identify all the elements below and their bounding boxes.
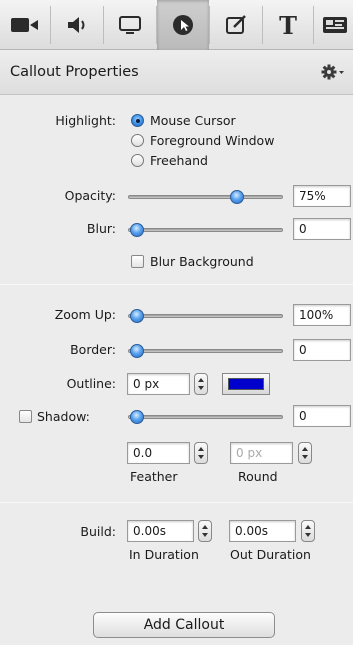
callout-properties-panel: Highlight: Mouse Cursor Foreground Windo… <box>0 96 353 645</box>
border-slider[interactable] <box>128 349 283 353</box>
screen-icon[interactable] <box>104 0 156 50</box>
panel-title: Callout Properties <box>10 64 139 80</box>
radio-icon <box>131 154 144 167</box>
highlight-option-label: Freehand <box>150 153 208 168</box>
opacity-slider-knob[interactable] <box>230 190 244 204</box>
annotation-icon[interactable] <box>210 0 262 50</box>
round-label: Round <box>238 469 278 484</box>
highlight-option-label: Foreground Window <box>150 133 275 148</box>
border-field[interactable]: 0 <box>293 339 351 361</box>
audio-speaker-icon[interactable] <box>51 0 103 50</box>
shadow-label: Shadow: <box>37 409 90 424</box>
panel-header: Callout Properties <box>0 51 353 95</box>
opacity-field[interactable]: 75% <box>293 185 351 207</box>
outline-color-fill <box>228 378 264 390</box>
text-icon[interactable]: T <box>263 0 313 50</box>
build-in-duration-stepper[interactable] <box>198 520 212 542</box>
highlight-option-foreground-window[interactable]: Foreground Window <box>131 133 274 148</box>
blur-slider[interactable] <box>128 228 283 232</box>
opacity-slider[interactable] <box>128 195 283 199</box>
blur-field[interactable]: 0 <box>293 218 351 240</box>
feather-stepper[interactable] <box>194 442 208 464</box>
add-callout-button[interactable]: Add Callout <box>93 612 275 638</box>
callout-cursor-icon[interactable] <box>157 0 209 50</box>
round-field[interactable]: 0 px <box>230 442 293 464</box>
blur-background-checkbox[interactable]: Blur Background <box>131 254 254 269</box>
gear-icon[interactable] <box>321 63 345 84</box>
highlight-label: Highlight: <box>55 113 116 128</box>
highlight-option-label: Mouse Cursor <box>150 113 236 128</box>
build-label: Build: <box>80 524 116 539</box>
radio-icon <box>131 134 144 147</box>
feather-label: Feather <box>130 469 178 484</box>
blur-label: Blur: <box>86 221 116 236</box>
shadow-field[interactable]: 0 <box>293 405 351 427</box>
out-duration-label: Out Duration <box>230 547 311 562</box>
outline-width-field[interactable]: 0 px <box>127 373 190 395</box>
checkbox-icon <box>19 410 32 423</box>
zoom-up-label: Zoom Up: <box>54 307 116 322</box>
text-icon-glyph: T <box>279 10 297 40</box>
border-label: Border: <box>70 342 116 357</box>
highlight-option-freehand[interactable]: Freehand <box>131 153 208 168</box>
zoom-up-slider[interactable] <box>128 314 283 318</box>
shadow-checkbox[interactable]: Shadow: <box>19 409 90 424</box>
feather-field[interactable]: 0.0 <box>127 442 190 464</box>
build-out-duration-field[interactable]: 0.00s <box>229 520 296 542</box>
opacity-label: Opacity: <box>64 188 116 203</box>
outline-color-well[interactable] <box>222 373 270 395</box>
divider <box>0 284 353 285</box>
checkbox-icon <box>131 255 144 268</box>
toolbar: T <box>0 0 353 50</box>
round-stepper[interactable] <box>298 442 312 464</box>
shadow-slider-knob[interactable] <box>130 410 144 424</box>
in-duration-label: In Duration <box>129 547 199 562</box>
build-in-duration-field[interactable]: 0.00s <box>127 520 194 542</box>
shadow-slider[interactable] <box>128 415 283 419</box>
blur-slider-knob[interactable] <box>130 223 144 237</box>
video-camera-icon[interactable] <box>0 0 50 50</box>
radio-selected-icon <box>131 114 144 127</box>
divider <box>0 502 353 503</box>
outline-width-stepper[interactable] <box>194 373 208 395</box>
outline-label: Outline: <box>66 376 116 391</box>
effects-icon[interactable] <box>314 0 353 50</box>
zoom-up-field[interactable]: 100% <box>293 304 351 326</box>
highlight-option-mouse-cursor[interactable]: Mouse Cursor <box>131 113 236 128</box>
border-slider-knob[interactable] <box>130 344 144 358</box>
zoom-up-slider-knob[interactable] <box>130 309 144 323</box>
build-out-duration-stepper[interactable] <box>301 520 315 542</box>
blur-background-label: Blur Background <box>150 254 254 269</box>
